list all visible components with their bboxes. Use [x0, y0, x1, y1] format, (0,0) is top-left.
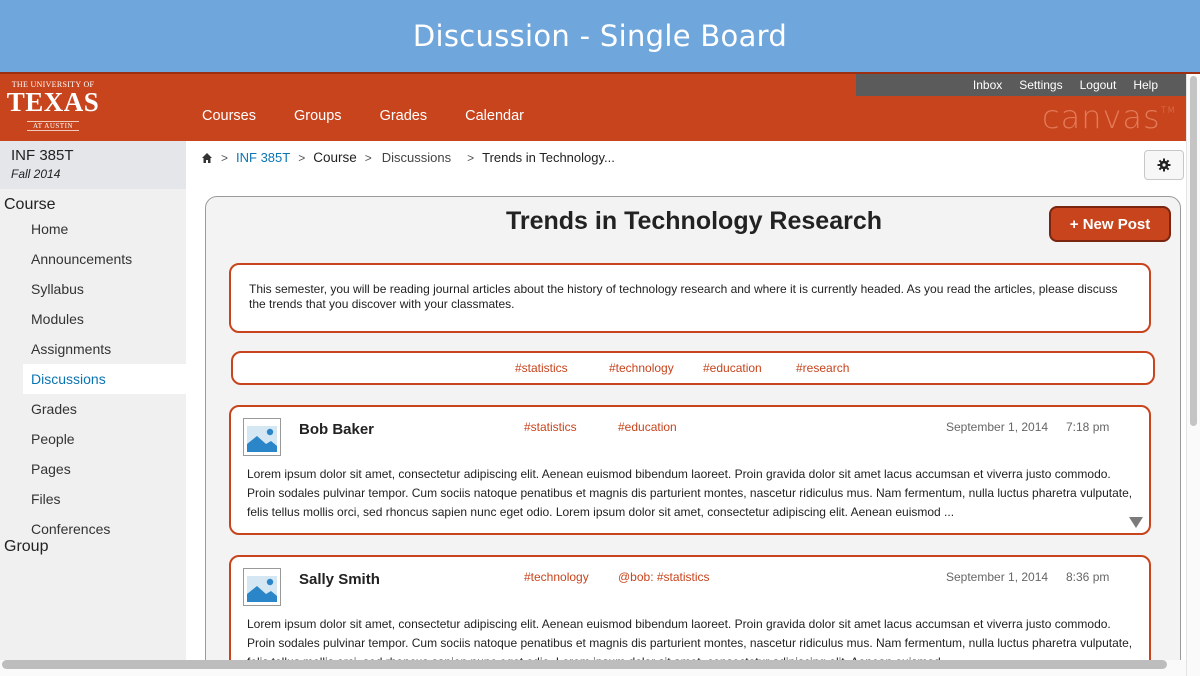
breadcrumb-separator: >	[364, 150, 372, 165]
post-date: September 1, 2014	[946, 570, 1049, 584]
inbox-link[interactable]: Inbox	[973, 78, 1002, 92]
discussion-post[interactable]: Sally Smith #technology @bob: #statistic…	[229, 555, 1151, 676]
post-author[interactable]: Sally Smith	[299, 571, 380, 588]
university-logo[interactable]: THE UNIVERSITY OF TEXAS AT AUSTIN	[4, 80, 102, 132]
course-sidebar: INF 385T Fall 2014 Course Home Announcem…	[0, 141, 186, 676]
breadcrumb-course[interactable]: Course	[313, 150, 357, 165]
sidebar-nav: Home Announcements Syllabus Modules Assi…	[0, 214, 186, 544]
breadcrumb-discussions[interactable]: Discussions	[382, 150, 451, 165]
post-time: 7:18 pm	[1066, 420, 1110, 434]
discussion-post[interactable]: Bob Baker #statistics #education Septemb…	[229, 405, 1151, 535]
scrollbar-thumb[interactable]	[1190, 76, 1197, 426]
breadcrumb-separator: >	[298, 150, 306, 165]
tag-filter-research[interactable]: #research	[796, 361, 849, 375]
settings-gear-button[interactable]	[1144, 150, 1184, 180]
avatar[interactable]	[243, 568, 281, 606]
horizontal-scrollbar[interactable]	[0, 660, 1186, 676]
tag-filter-bar: #statistics #technology #education #rese…	[231, 351, 1155, 385]
settings-link[interactable]: Settings	[1019, 78, 1062, 92]
breadcrumb-current: Trends in Technology...	[482, 150, 615, 165]
tag-filter-technology[interactable]: #technology	[609, 361, 674, 375]
sidebar-item-assignments[interactable]: Assignments	[0, 334, 186, 364]
breadcrumb-course-code[interactable]: INF 385T	[236, 150, 290, 165]
nav-grades[interactable]: Grades	[380, 108, 428, 124]
post-mention-tag[interactable]: @bob: #statistics	[618, 570, 710, 584]
canvas-brand: canvasTM	[1042, 98, 1176, 136]
board-description: This semester, you will be reading journ…	[229, 263, 1151, 333]
course-term: Fall 2014	[11, 167, 61, 181]
sidebar-item-announcements[interactable]: Announcements	[0, 244, 186, 274]
utility-nav: Inbox Settings Logout Help	[856, 74, 1186, 96]
sidebar-item-people[interactable]: People	[0, 424, 186, 454]
discussion-board: Trends in Technology Research + New Post…	[205, 196, 1181, 676]
logo-line-3: AT AUSTIN	[27, 121, 79, 131]
brand-tm: TM	[1160, 106, 1176, 116]
avatar[interactable]	[243, 418, 281, 456]
sidebar-item-discussions[interactable]: Discussions	[23, 364, 186, 394]
slide-banner: Discussion - Single Board	[0, 0, 1200, 72]
nav-courses[interactable]: Courses	[202, 108, 256, 124]
canvas-app: THE UNIVERSITY OF TEXAS AT AUSTIN Inbox …	[0, 72, 1200, 676]
course-name: INF 385T	[11, 147, 74, 164]
gear-icon	[1157, 158, 1171, 172]
tag-filter-education[interactable]: #education	[703, 361, 762, 375]
main-nav: Courses Groups Grades Calendar	[202, 108, 562, 124]
top-header: THE UNIVERSITY OF TEXAS AT AUSTIN Inbox …	[0, 74, 1186, 141]
sidebar-item-home[interactable]: Home	[0, 214, 186, 244]
breadcrumb: > INF 385T > Course > Discussions > Tren…	[201, 150, 615, 165]
post-date: September 1, 2014	[946, 420, 1049, 434]
nav-calendar[interactable]: Calendar	[465, 108, 524, 124]
post-author[interactable]: Bob Baker	[299, 421, 374, 438]
tag-filter-statistics[interactable]: #statistics	[515, 361, 568, 375]
scrollbar-thumb[interactable]	[2, 660, 1167, 669]
post-body: Lorem ipsum dolor sit amet, consectetur …	[247, 467, 1133, 519]
logout-link[interactable]: Logout	[1080, 78, 1117, 92]
course-header: INF 385T Fall 2014	[0, 141, 186, 189]
home-icon[interactable]	[201, 152, 213, 164]
post-tag[interactable]: #statistics	[524, 420, 577, 434]
new-post-button[interactable]: + New Post	[1049, 206, 1171, 242]
board-title: Trends in Technology Research	[505, 207, 883, 235]
slide-title: Discussion - Single Board	[412, 19, 788, 53]
sidebar-item-files[interactable]: Files	[0, 484, 186, 514]
nav-groups[interactable]: Groups	[294, 108, 342, 124]
breadcrumb-separator: >	[221, 150, 229, 165]
sidebar-item-grades[interactable]: Grades	[0, 394, 186, 424]
help-link[interactable]: Help	[1133, 78, 1158, 92]
expand-arrow-icon[interactable]	[1129, 517, 1143, 528]
breadcrumb-separator: >	[467, 150, 475, 165]
logo-line-2: TEXAS	[6, 87, 100, 117]
post-tag[interactable]: #education	[618, 420, 677, 434]
brand-name: canvas	[1042, 98, 1161, 136]
post-tag[interactable]: #technology	[524, 570, 589, 584]
sidebar-section-course[interactable]: Course	[0, 196, 186, 214]
post-time: 8:36 pm	[1066, 570, 1110, 584]
vertical-scrollbar[interactable]	[1186, 74, 1200, 676]
sidebar-item-modules[interactable]: Modules	[0, 304, 186, 334]
sidebar-item-pages[interactable]: Pages	[0, 454, 186, 484]
sidebar-item-syllabus[interactable]: Syllabus	[0, 274, 186, 304]
image-placeholder-icon	[244, 569, 280, 605]
image-placeholder-icon	[244, 419, 280, 455]
